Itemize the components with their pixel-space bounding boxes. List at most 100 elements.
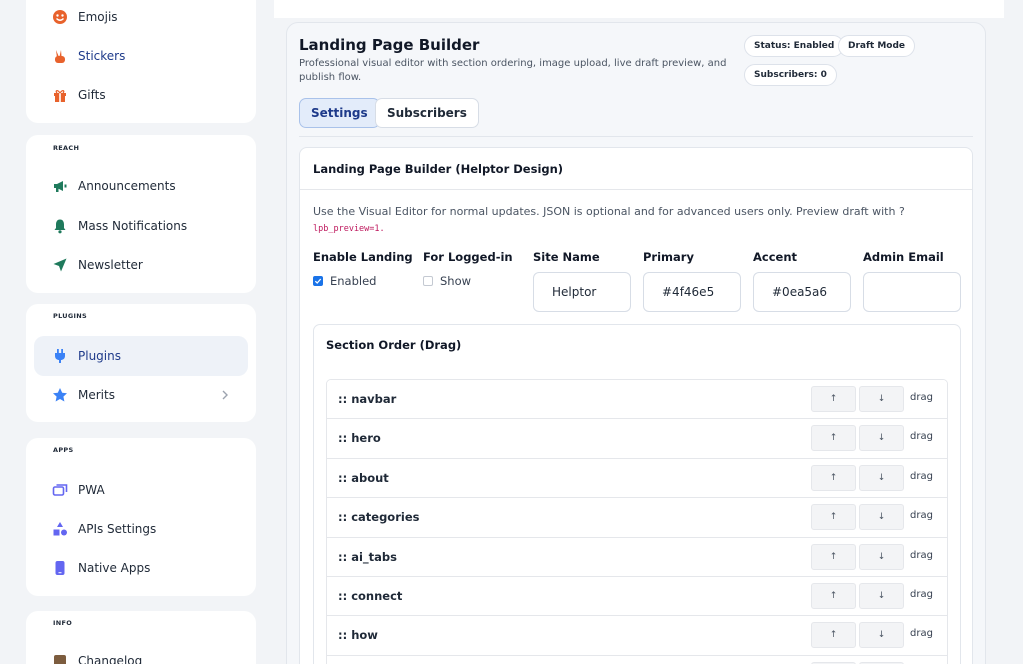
sidebar-item-announcements[interactable]: Announcements	[34, 166, 248, 206]
section-name: :: about	[338, 470, 389, 485]
sidebar-item-label: Merits	[78, 388, 115, 402]
sidebar-card-content: Emojis Stickers Gifts	[26, 0, 256, 123]
page-description: Professional visual editor with section …	[299, 58, 727, 83]
drag-handle[interactable]: drag	[910, 510, 933, 521]
section-name: :: how	[338, 628, 378, 643]
section-order-row[interactable]: :: navbar ↑ ↓ drag	[327, 380, 947, 420]
page-scrollbar[interactable]	[1004, 0, 1023, 664]
section-order-title: Section Order (Drag)	[326, 338, 462, 352]
sidebar-item-stickers[interactable]: Stickers	[34, 36, 248, 76]
section-order-row[interactable]: :: how ↑ ↓ drag	[327, 616, 947, 656]
section-order-list: :: navbar ↑ ↓ drag:: hero ↑ ↓ drag:: about ↑ ↓ dr…	[326, 379, 948, 664]
admin-email-label: Admin Email	[863, 250, 944, 264]
drag-handle[interactable]: drag	[910, 471, 933, 482]
move-down-button[interactable]: ↓	[859, 464, 904, 491]
move-up-button[interactable]: ↑	[811, 504, 856, 531]
sidebar-section-title: PLUGINS	[53, 312, 87, 320]
move-up-button[interactable]: ↑	[811, 386, 856, 412]
checkbox-checked-icon[interactable]	[313, 276, 323, 286]
move-down-button[interactable]: ↓	[859, 425, 904, 452]
section-order-row[interactable]: :: about ↑ ↓ drag	[327, 458, 947, 499]
megaphone-icon	[52, 178, 68, 194]
checkbox-unchecked-icon[interactable]	[423, 276, 433, 286]
sidebar-item-native-apps[interactable]: Native Apps	[34, 548, 248, 588]
gift-icon	[52, 87, 68, 103]
site-name-label: Site Name	[533, 250, 600, 264]
for-logged-in-checkbox[interactable]: Show	[423, 274, 471, 288]
accent-color-input[interactable]	[753, 272, 851, 312]
changelog-icon	[52, 653, 68, 664]
sidebar-item-label: Changelog	[78, 654, 143, 664]
drag-handle[interactable]: drag	[910, 392, 933, 403]
windows-icon	[52, 482, 68, 498]
status-badge: Status: Enabled	[744, 35, 845, 57]
sidebar-item-emojis[interactable]: Emojis	[34, 0, 248, 37]
mode-badge: Draft Mode	[838, 35, 916, 57]
sidebar-item-newsletter[interactable]: Newsletter	[34, 245, 248, 285]
sidebar-item-label: Native Apps	[78, 561, 151, 575]
sidebar-item-label: Stickers	[78, 49, 126, 63]
settings-card-title: Landing Page Builder (Helptor Design)	[313, 162, 564, 176]
sidebar-item-label: Emojis	[78, 10, 118, 24]
section-order-card: Section Order (Drag) :: navbar ↑ ↓ drag:: h…	[313, 324, 961, 664]
move-up-button[interactable]: ↑	[811, 464, 856, 491]
sidebar-card-plugins: PLUGINS Plugins Merits	[26, 304, 256, 422]
sidebar-item-label: Gifts	[78, 88, 106, 102]
editor-hint: Use the Visual Editor for normal updates…	[313, 205, 905, 218]
drag-handle[interactable]: drag	[910, 628, 933, 639]
move-up-button[interactable]: ↑	[811, 425, 856, 452]
emoji-icon	[52, 9, 68, 25]
site-name-input[interactable]	[533, 272, 631, 312]
move-up-button[interactable]: ↑	[811, 622, 856, 649]
section-order-row[interactable]: ↑↓drag	[327, 655, 947, 664]
sidebar-item-label: Announcements	[78, 179, 176, 193]
section-name: :: categories	[338, 510, 420, 525]
move-up-button[interactable]: ↑	[811, 582, 856, 609]
settings-card-header: Landing Page Builder (Helptor Design)	[300, 148, 972, 190]
move-down-button[interactable]: ↓	[859, 582, 904, 609]
sidebar-item-label: PWA	[78, 483, 105, 497]
move-down-button[interactable]: ↓	[859, 386, 904, 412]
tabs-divider	[299, 136, 973, 137]
sidebar-item-label: Newsletter	[78, 258, 143, 272]
sidebar-card-reach: REACH Announcements Mass Notifications N…	[26, 135, 256, 293]
accent-color-label: Accent	[753, 250, 798, 264]
drag-handle[interactable]: drag	[910, 431, 933, 442]
admin-email-input[interactable]	[863, 272, 961, 312]
move-down-button[interactable]: ↓	[859, 543, 904, 570]
sidebar-item-merits[interactable]: Merits	[34, 375, 248, 415]
plug-icon	[52, 348, 68, 364]
sidebar-card-apps: APPS PWA APIs Settings Native Apps	[26, 438, 256, 596]
tab-settings[interactable]: Settings	[299, 98, 380, 128]
sidebar: Emojis Stickers Gifts REACH Announcement…	[0, 0, 274, 664]
preview-param-code: lpb_preview=1.	[313, 224, 385, 234]
sidebar-item-label: Mass Notifications	[78, 219, 188, 233]
drag-handle[interactable]: drag	[910, 550, 933, 561]
section-order-row[interactable]: :: ai_tabs ↑ ↓ drag	[327, 537, 947, 577]
tab-subscribers[interactable]: Subscribers	[375, 98, 479, 128]
section-order-row[interactable]: :: connect ↑ ↓ drag	[327, 576, 947, 617]
section-name: :: hero	[338, 431, 381, 446]
sticker-icon	[52, 48, 68, 64]
move-down-button[interactable]: ↓	[859, 622, 904, 649]
section-name: :: ai_tabs	[338, 549, 397, 564]
for-logged-in-label: For Logged-in	[423, 250, 513, 264]
sidebar-item-gifts[interactable]: Gifts	[34, 75, 248, 115]
move-down-button[interactable]: ↓	[859, 504, 904, 531]
sidebar-item-changelog[interactable]: Changelog	[34, 641, 248, 664]
move-up-button[interactable]: ↑	[811, 543, 856, 570]
section-order-row[interactable]: :: hero ↑ ↓ drag	[327, 419, 947, 459]
sidebar-item-pwa[interactable]: PWA	[34, 470, 248, 510]
section-order-row[interactable]: :: categories ↑ ↓ drag	[327, 498, 947, 538]
sidebar-item-label: Plugins	[78, 349, 121, 363]
enable-landing-checkbox[interactable]: Enabled	[313, 274, 376, 288]
sidebar-item-mass-notifications[interactable]: Mass Notifications	[34, 206, 248, 246]
sidebar-item-apis-settings[interactable]: APIs Settings	[34, 509, 248, 549]
page-title: Landing Page Builder	[299, 36, 480, 54]
sidebar-card-info: INFO Changelog	[26, 611, 256, 664]
enable-landing-label: Enable Landing	[313, 250, 413, 264]
bell-icon	[52, 218, 68, 234]
sidebar-item-plugins[interactable]: Plugins	[34, 336, 248, 376]
primary-color-input[interactable]	[643, 272, 741, 312]
drag-handle[interactable]: drag	[910, 589, 933, 600]
